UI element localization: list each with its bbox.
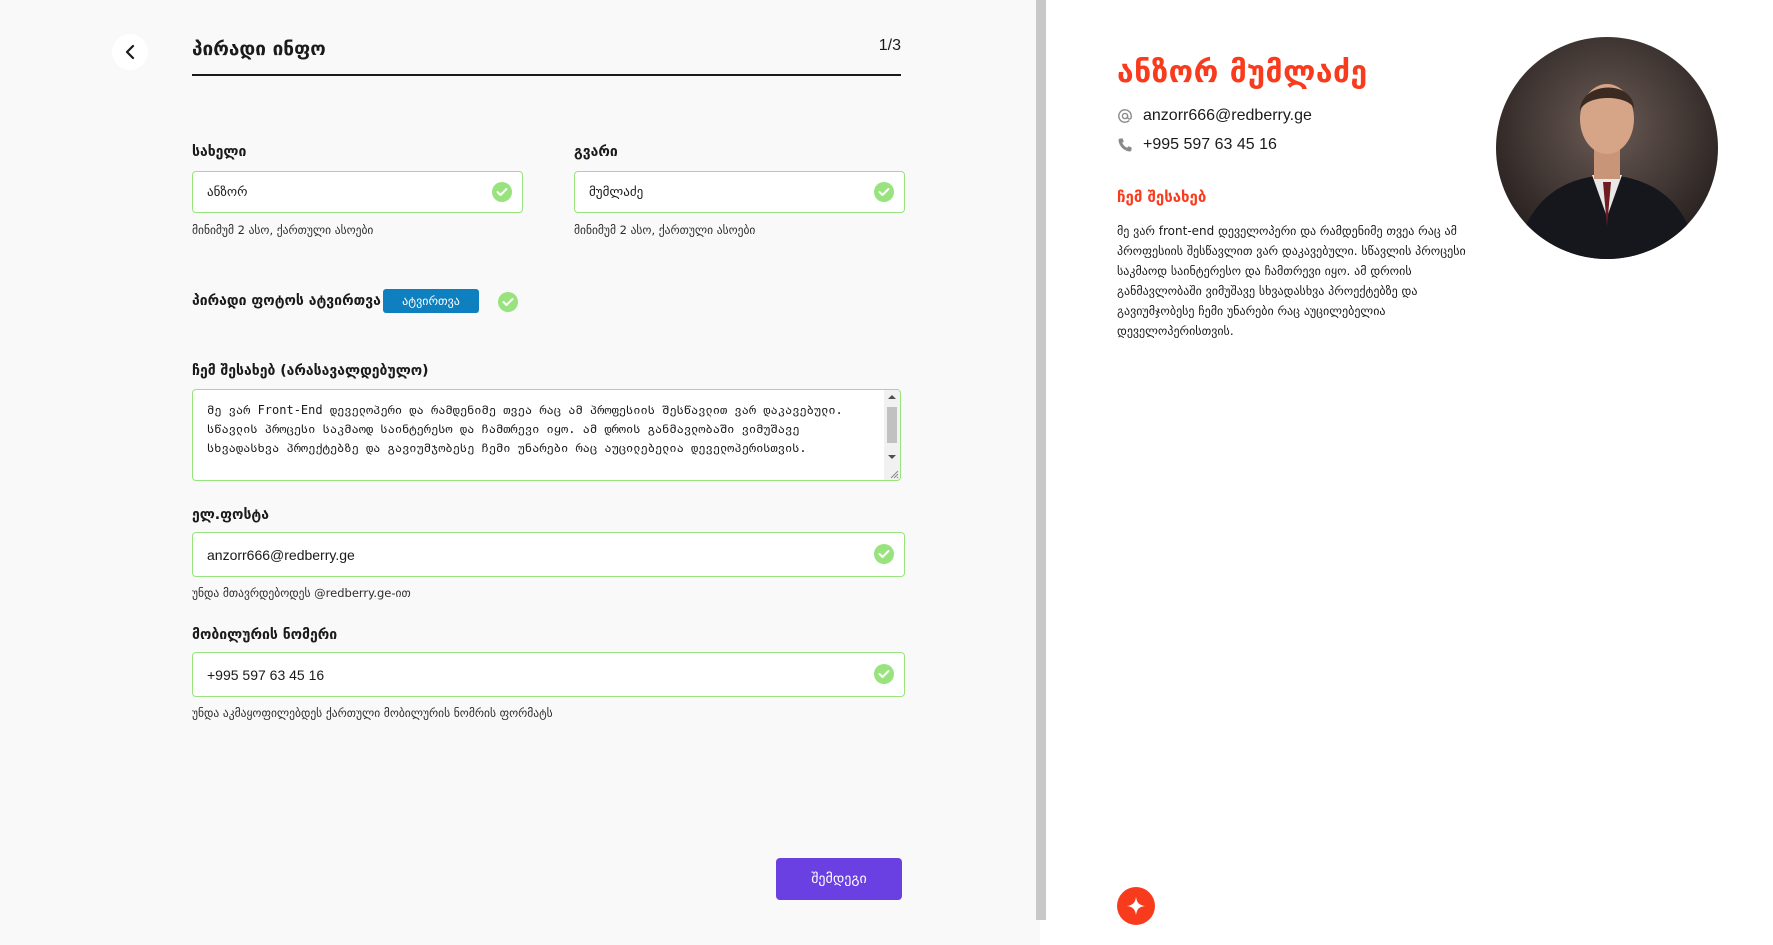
first-name-hint: მინიმუმ 2 ასო, ქართული ასოები	[192, 223, 374, 237]
email-hint: უნდა მთავრდებოდეს @redberry.ge-ით	[192, 586, 411, 600]
photo-upload-label: პირადი ფოტოს ატვირთვა	[192, 293, 381, 309]
next-button[interactable]: შემდეგი	[776, 858, 902, 900]
panel-divider	[1036, 0, 1046, 920]
scroll-up-arrow-icon[interactable]	[884, 390, 900, 404]
phone-hint: უნდა აკმაყოფილებდეს ქართული მობილურის ნო…	[192, 706, 553, 720]
valid-check-icon	[492, 182, 512, 202]
last-name-label: გვარი	[574, 144, 618, 160]
step-indicator: 1/3	[878, 37, 901, 54]
resume-email-row: anzorr666@redberry.ge	[1117, 107, 1312, 125]
form-panel: პირადი ინფო 1/3 სახელი მინიმუმ 2 ასო, ქა…	[0, 0, 1040, 945]
last-name-hint: მინიმუმ 2 ასო, ქართული ასოები	[574, 223, 756, 237]
photo-upload-button[interactable]: ატვირთვა	[383, 289, 479, 313]
email-input[interactable]	[207, 533, 860, 576]
email-field[interactable]	[192, 532, 905, 577]
scroll-thumb[interactable]	[887, 407, 897, 443]
first-name-label: სახელი	[192, 144, 247, 160]
last-name-input[interactable]	[589, 172, 860, 212]
profile-photo	[1496, 37, 1718, 259]
back-button[interactable]	[112, 34, 148, 70]
first-name-field[interactable]	[192, 171, 523, 213]
phone-label: მობილურის ნომერი	[192, 627, 338, 643]
last-name-field[interactable]	[574, 171, 905, 213]
redberry-logo-icon	[1117, 887, 1155, 925]
at-sign-icon	[1117, 108, 1137, 124]
resume-about-heading: ჩემ შესახებ	[1117, 188, 1207, 206]
chevron-left-icon	[125, 44, 135, 60]
valid-check-icon	[498, 292, 518, 312]
resume-email: anzorr666@redberry.ge	[1143, 107, 1312, 124]
resume-about-text: მე ვარ front-end დეველოპერი და რამდენიმე…	[1117, 224, 1466, 338]
about-textarea[interactable]: მე ვარ Front-End დეველოპერი და რამდენიმე…	[192, 389, 901, 481]
resize-grip-icon[interactable]	[889, 469, 899, 479]
about-textarea-text: მე ვარ Front-End დეველოპერი და რამდენიმე…	[207, 403, 843, 455]
scroll-down-arrow-icon[interactable]	[884, 450, 900, 464]
textarea-scrollbar[interactable]	[884, 390, 900, 480]
valid-check-icon	[874, 544, 894, 564]
page-title: პირადი ინფო	[192, 38, 326, 60]
first-name-input[interactable]	[207, 172, 478, 212]
resume-name: ანზორ მუმლაძე	[1117, 55, 1368, 90]
resume-phone-row: +995 597 63 45 16	[1117, 136, 1277, 154]
valid-check-icon	[874, 182, 894, 202]
resume-phone: +995 597 63 45 16	[1143, 136, 1277, 153]
phone-input[interactable]	[207, 653, 860, 696]
phone-icon	[1117, 137, 1137, 153]
form-header: პირადი ინფო 1/3	[192, 28, 901, 76]
phone-field[interactable]	[192, 652, 905, 697]
email-label: ელ.ფოსტა	[192, 507, 269, 523]
valid-check-icon	[874, 664, 894, 684]
about-label: ჩემ შესახებ (არასავალდებულო)	[192, 363, 429, 379]
